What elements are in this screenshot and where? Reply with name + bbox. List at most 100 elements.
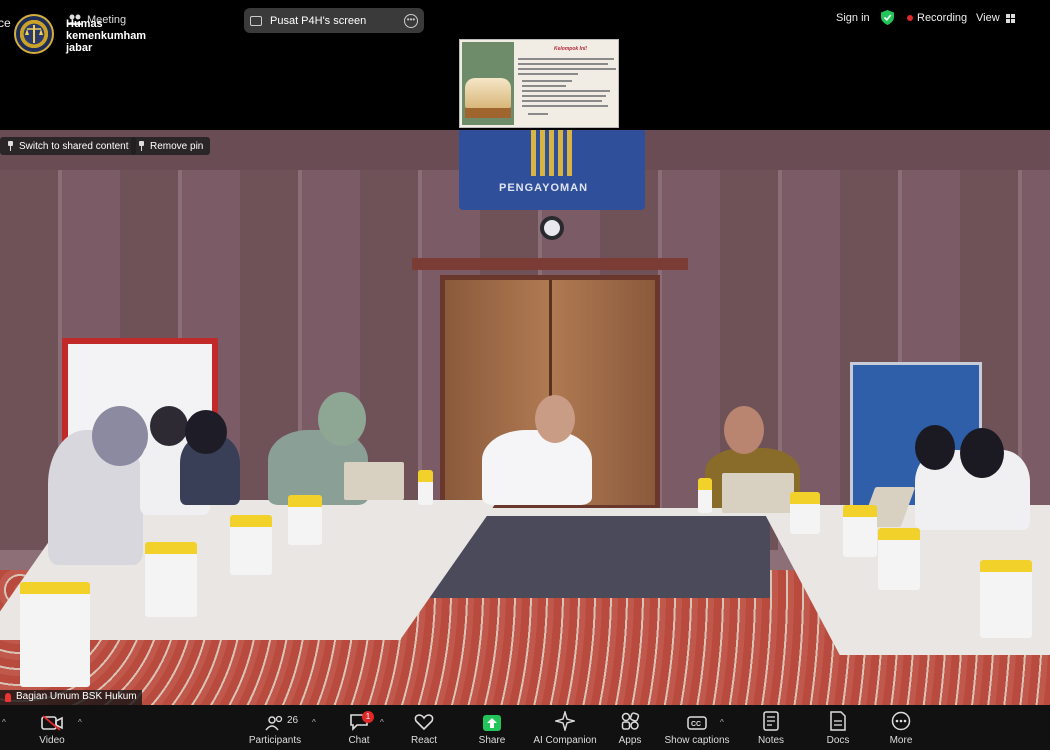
slide-text-line xyxy=(528,113,548,115)
tissue-jar xyxy=(698,478,712,513)
participant-head xyxy=(960,428,1004,478)
participant-head xyxy=(724,406,764,454)
door-frame xyxy=(412,258,688,270)
participant-head xyxy=(915,425,955,470)
captions-caret-icon[interactable]: ^ xyxy=(720,718,724,727)
video-off-icon xyxy=(41,715,63,731)
emblem-gold-icon xyxy=(531,130,573,176)
wall-emblem-sign: PENGAYOMAN xyxy=(459,130,645,210)
chat-label: Chat xyxy=(348,735,370,746)
host-name: Humas kemenkumham jabar xyxy=(66,18,147,54)
more-options-icon[interactable]: ••• xyxy=(404,13,418,28)
slide-text-line xyxy=(522,100,602,102)
recording-dot-icon xyxy=(907,15,913,21)
participant-head xyxy=(150,406,188,446)
notes-icon xyxy=(763,711,779,731)
host-avatar-logo xyxy=(14,14,54,54)
tissue-jar xyxy=(418,470,433,505)
recording-indicator[interactable]: Recording xyxy=(907,12,967,24)
shared-screen-thumbnail[interactable]: Kelompok Ini! xyxy=(459,39,619,128)
docs-label: Docs xyxy=(826,735,850,746)
switch-to-shared-content-button[interactable]: Switch to shared content xyxy=(0,137,136,155)
window-title-fragment: ce xyxy=(0,16,11,30)
show-captions-button[interactable]: CC Show captions xyxy=(664,705,730,750)
docs-icon xyxy=(830,711,846,731)
participants-button[interactable]: Participants xyxy=(248,705,302,750)
pin-icon xyxy=(7,141,14,151)
sign-in-link[interactable]: Sign in xyxy=(836,12,870,24)
svg-text:CC: CC xyxy=(691,721,701,728)
more-icon xyxy=(891,711,911,731)
laptop xyxy=(722,473,794,513)
more-label: More xyxy=(889,735,913,746)
tissue-jar xyxy=(878,528,920,590)
audio-options-caret-icon[interactable]: ^ xyxy=(2,718,6,727)
slide-text-line xyxy=(518,58,614,60)
shared-screen-owner: Pusat P4H's screen xyxy=(270,14,367,27)
apps-icon xyxy=(621,712,640,730)
ai-companion-label: AI Companion xyxy=(533,735,597,746)
shared-screen-pill[interactable]: Pusat P4H's screen ••• xyxy=(244,8,424,33)
apps-label: Apps xyxy=(618,735,642,746)
slide-text-line xyxy=(518,73,578,75)
slide-text-line xyxy=(522,105,608,107)
participant-head xyxy=(318,392,366,446)
share-button[interactable]: Share xyxy=(476,705,508,750)
slide-book-image xyxy=(462,42,514,125)
tissue-jar xyxy=(790,492,820,534)
video-options-caret-icon[interactable]: ^ xyxy=(78,718,82,727)
video-button[interactable]: Video xyxy=(34,705,70,750)
remove-pin-label: Remove pin xyxy=(150,140,204,152)
switch-label: Switch to shared content xyxy=(19,140,129,152)
slide-text-line xyxy=(522,95,606,97)
tissue-jar xyxy=(20,582,90,687)
screen-share-icon xyxy=(250,15,262,26)
notes-button[interactable]: Notes xyxy=(756,705,786,750)
apps-button[interactable]: Apps xyxy=(616,705,644,750)
participant-head xyxy=(185,410,227,454)
chat-caret-icon[interactable]: ^ xyxy=(380,718,384,727)
view-menu-button[interactable]: View xyxy=(976,12,1015,24)
security-camera-icon xyxy=(540,216,564,240)
tissue-jar xyxy=(288,495,322,545)
laptop xyxy=(344,462,404,500)
presenter-head xyxy=(535,395,575,443)
participants-caret-icon[interactable]: ^ xyxy=(312,718,316,727)
slide-text-line xyxy=(522,80,572,82)
tissue-jar xyxy=(980,560,1032,638)
slide-text-line xyxy=(522,85,566,87)
view-label: View xyxy=(976,12,1000,24)
remove-pin-button[interactable]: Remove pin xyxy=(131,137,211,155)
tissue-jar xyxy=(145,542,197,617)
chat-unread-badge: 1 xyxy=(362,711,374,723)
react-button[interactable]: React xyxy=(408,705,440,750)
grid-view-icon xyxy=(1005,13,1015,23)
share-label: Share xyxy=(478,735,506,746)
sparkle-icon xyxy=(555,711,575,731)
more-button[interactable]: More xyxy=(886,705,916,750)
docs-button[interactable]: Docs xyxy=(824,705,852,750)
pin-icon xyxy=(138,141,145,151)
share-screen-icon xyxy=(483,715,501,731)
participant-name-tag: Bagian Umum BSK Hukum xyxy=(0,690,142,705)
tissue-jar xyxy=(843,505,877,557)
participants-icon xyxy=(265,715,283,731)
ai-companion-button[interactable]: AI Companion xyxy=(532,705,598,750)
scales-icon xyxy=(25,25,43,43)
security-shield-icon[interactable] xyxy=(881,10,894,25)
slide-text-line xyxy=(518,63,608,65)
meeting-toolbar: ^ Video ^ Participants 26 ^ Chat 1 ^ Rea… xyxy=(0,705,1050,750)
slide-text-line xyxy=(522,90,610,92)
heart-icon xyxy=(414,714,434,731)
show-captions-label: Show captions xyxy=(664,735,730,746)
slide-title: Kelompok Ini! xyxy=(554,46,588,52)
video-label: Video xyxy=(39,735,65,746)
top-bar: ce Meeting Humas kemenkumham jabar Pusat… xyxy=(0,0,1050,130)
recording-label: Recording xyxy=(917,12,968,24)
react-label: React xyxy=(410,735,438,746)
notes-label: Notes xyxy=(757,735,785,746)
tissue-jar xyxy=(230,515,272,575)
presenter-figure xyxy=(482,430,592,505)
main-video-feed[interactable]: PENGAYOMAN Switch to shared content Remo… xyxy=(0,130,1050,705)
participants-label: Participants xyxy=(248,735,302,746)
